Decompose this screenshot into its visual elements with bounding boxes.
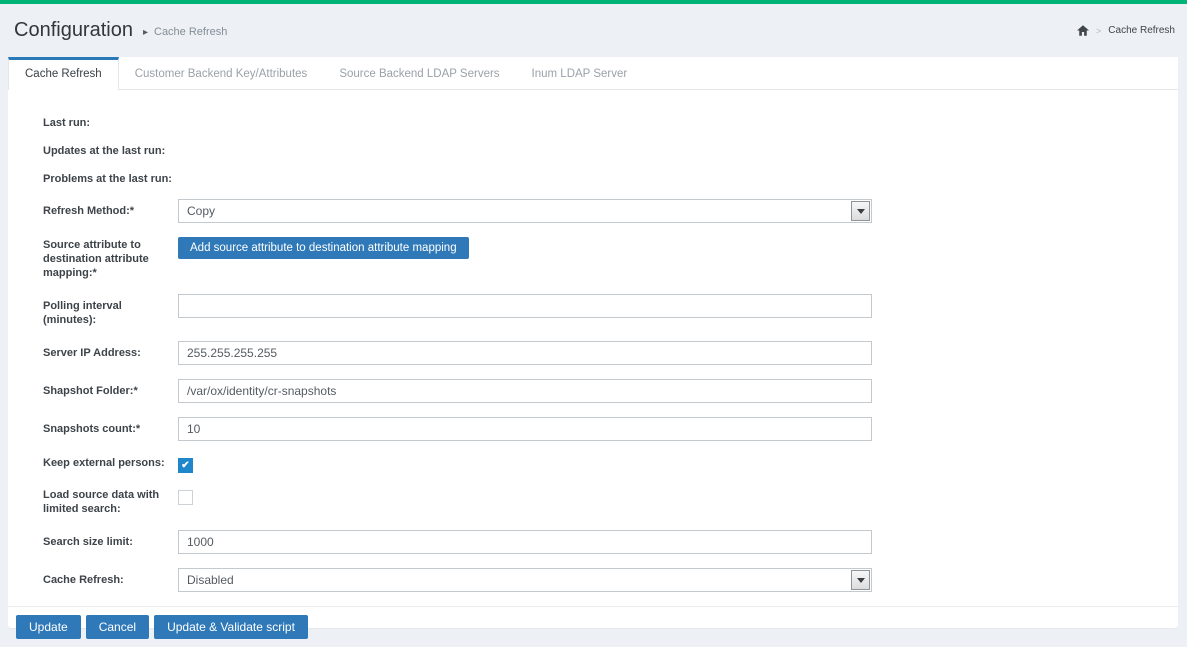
tab-cache-refresh[interactable]: Cache Refresh (8, 57, 119, 90)
snapshot-folder-input[interactable] (178, 379, 872, 403)
dropdown-arrow-icon[interactable] (851, 570, 870, 590)
tab-bar: Cache Refresh Customer Backend Key/Attri… (8, 57, 1178, 90)
caret-right-icon: ▸ (143, 27, 148, 38)
form-row-polling-interval: Polling interval (minutes): (43, 294, 1178, 327)
update-validate-script-button[interactable]: Update & Validate script (154, 615, 308, 639)
cache-refresh-status-label: Cache Refresh: (43, 568, 178, 587)
polling-interval-input[interactable] (178, 294, 872, 318)
form-row-cache-refresh-status: Cache Refresh: Disabled (43, 568, 1178, 592)
form-row-keep-external-persons: Keep external persons: ✔ (43, 455, 1178, 473)
cache-refresh-select[interactable]: Disabled (178, 568, 872, 592)
server-ip-label: Server IP Address: (43, 341, 178, 360)
refresh-method-select[interactable]: Copy (178, 199, 872, 223)
breadcrumb: > Cache Refresh (1077, 25, 1175, 36)
form-row-server-ip: Server IP Address: (43, 341, 1178, 365)
form-row-last-run: Last run: (43, 115, 1178, 130)
cancel-button[interactable]: Cancel (86, 615, 149, 639)
load-source-data-checkbox[interactable] (178, 490, 193, 505)
form-row-load-source-data: Load source data with limited search: (43, 487, 1178, 516)
last-run-label: Last run: (43, 115, 178, 130)
form-row-snapshot-folder: Shapshot Folder:* (43, 379, 1178, 403)
breadcrumb-current[interactable]: Cache Refresh (1108, 25, 1175, 36)
snapshot-folder-label: Shapshot Folder:* (43, 379, 178, 398)
load-source-data-label: Load source data with limited search: (43, 487, 178, 516)
form-row-problems-last-run: Problems at the last run: (43, 171, 1178, 186)
title-wrap: Configuration ▸ Cache Refresh (14, 19, 227, 42)
form-row-refresh-method: Refresh Method:* Copy (43, 199, 1178, 223)
checkmark-icon: ✔ (179, 459, 192, 473)
form-row-attribute-mapping: Source attribute to destination attribut… (43, 237, 1178, 280)
polling-interval-label: Polling interval (minutes): (43, 294, 178, 327)
snapshots-count-input[interactable] (178, 417, 872, 441)
tab-inum-ldap-server[interactable]: Inum LDAP Server (516, 57, 644, 89)
cache-refresh-form: Last run: Updates at the last run: Probl… (8, 90, 1178, 606)
breadcrumb-separator: > (1096, 26, 1101, 36)
attribute-mapping-label: Source attribute to destination attribut… (43, 237, 178, 280)
keep-external-persons-checkbox[interactable]: ✔ (178, 458, 193, 473)
problems-last-run-label: Problems at the last run: (43, 171, 178, 186)
server-ip-input[interactable] (178, 341, 872, 365)
keep-external-persons-label: Keep external persons: (43, 455, 178, 470)
add-attribute-mapping-button[interactable]: Add source attribute to destination attr… (178, 237, 469, 259)
update-button[interactable]: Update (16, 615, 81, 639)
search-size-limit-input[interactable] (178, 530, 872, 554)
page-title: Configuration (14, 19, 133, 42)
search-size-limit-label: Search size limit: (43, 530, 178, 549)
content-panel: Cache Refresh Customer Backend Key/Attri… (8, 57, 1178, 628)
form-row-updates-last-run: Updates at the last run: (43, 143, 1178, 158)
tab-source-backend-ldap-servers[interactable]: Source Backend LDAP Servers (323, 57, 515, 89)
dropdown-arrow-icon[interactable] (851, 201, 870, 221)
snapshots-count-label: Snapshots count:* (43, 417, 178, 436)
refresh-method-label: Refresh Method:* (43, 199, 178, 218)
form-row-snapshots-count: Snapshots count:* (43, 417, 1178, 441)
page-subtitle: Cache Refresh (154, 26, 227, 38)
home-icon[interactable] (1077, 25, 1089, 36)
refresh-method-selected-value: Copy (179, 200, 871, 222)
page-header: Configuration ▸ Cache Refresh > Cache Re… (0, 4, 1187, 57)
cache-refresh-selected-value: Disabled (179, 569, 871, 591)
tab-customer-backend-key-attributes[interactable]: Customer Backend Key/Attributes (119, 57, 324, 89)
updates-last-run-label: Updates at the last run: (43, 143, 178, 158)
form-row-search-size-limit: Search size limit: (43, 530, 1178, 554)
